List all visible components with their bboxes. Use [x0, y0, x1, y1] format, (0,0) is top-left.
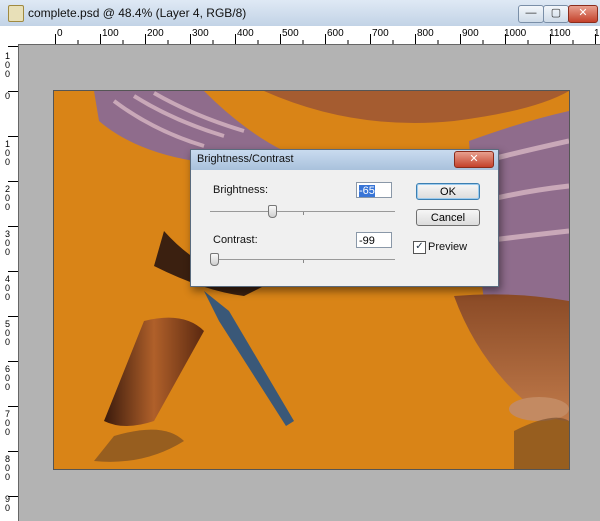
- maximize-button[interactable]: ▢: [543, 5, 569, 23]
- brightness-slider-center-tick: [303, 212, 304, 215]
- ruler-h-label: 400: [237, 28, 254, 39]
- ruler-h-label: 200: [147, 28, 164, 39]
- contrast-slider-center-tick: [303, 260, 304, 263]
- document-icon: [8, 5, 24, 22]
- ruler-h-label: 100: [102, 28, 119, 39]
- ruler-h-label: 900: [462, 28, 479, 39]
- brightness-slider-thumb[interactable]: [267, 205, 277, 218]
- brightness-value-field[interactable]: -65: [356, 182, 392, 198]
- ruler-h-label: 800: [417, 28, 434, 39]
- ruler-v-label: 100: [5, 51, 11, 79]
- ruler-v-label: 0: [5, 91, 11, 101]
- dialog-title-bar[interactable]: Brightness/Contrast ✕: [191, 150, 498, 170]
- ruler-h-label: 1000: [504, 28, 527, 39]
- ruler-v-label: 600: [5, 364, 11, 392]
- ruler-v-label: 800: [5, 454, 11, 482]
- brightness-label: Brightness:: [213, 184, 269, 196]
- ruler-h-label: 500: [282, 28, 299, 39]
- contrast-slider-thumb[interactable]: [210, 253, 220, 266]
- ruler-h-label: 300: [192, 28, 209, 39]
- contrast-value-field[interactable]: -99: [356, 232, 392, 248]
- close-window-button[interactable]: ✕: [568, 5, 598, 23]
- ruler-v-label: 90: [5, 494, 11, 513]
- photoshop-document-window: complete.psd @ 48.4% (Layer 4, RGB/8) — …: [0, 0, 600, 521]
- ruler-v-label: 100: [5, 139, 11, 167]
- title-bar: complete.psd @ 48.4% (Layer 4, RGB/8) — …: [0, 0, 600, 27]
- ruler-v-label: 300: [5, 229, 11, 257]
- contrast-label: Contrast:: [213, 234, 258, 246]
- ruler-v-label: 400: [5, 274, 11, 302]
- ruler-v-label: 200: [5, 184, 11, 212]
- ruler-h-label: 1: [594, 28, 600, 39]
- ok-button[interactable]: OK: [416, 183, 480, 200]
- ruler-h-label: 0: [57, 28, 63, 39]
- dialog-close-button[interactable]: ✕: [454, 151, 494, 168]
- cancel-button[interactable]: Cancel: [416, 209, 480, 226]
- contrast-value: -99: [359, 235, 375, 247]
- minimize-button[interactable]: —: [518, 5, 544, 23]
- ruler-h-label: 600: [327, 28, 344, 39]
- preview-checkbox[interactable]: ✓: [413, 241, 426, 254]
- preview-label: Preview: [428, 241, 468, 253]
- brightness-value: -65: [359, 185, 375, 197]
- ruler-v-label: 700: [5, 409, 11, 437]
- ruler-h-label: 1100: [549, 28, 571, 39]
- ruler-v-label: 500: [5, 319, 11, 347]
- brightness-contrast-dialog: Brightness/Contrast ✕ Brightness: -65 Co…: [190, 149, 499, 287]
- ruler-h-label: 700: [372, 28, 389, 39]
- dialog-title: Brightness/Contrast: [197, 153, 294, 165]
- window-title: complete.psd @ 48.4% (Layer 4, RGB/8): [28, 6, 247, 20]
